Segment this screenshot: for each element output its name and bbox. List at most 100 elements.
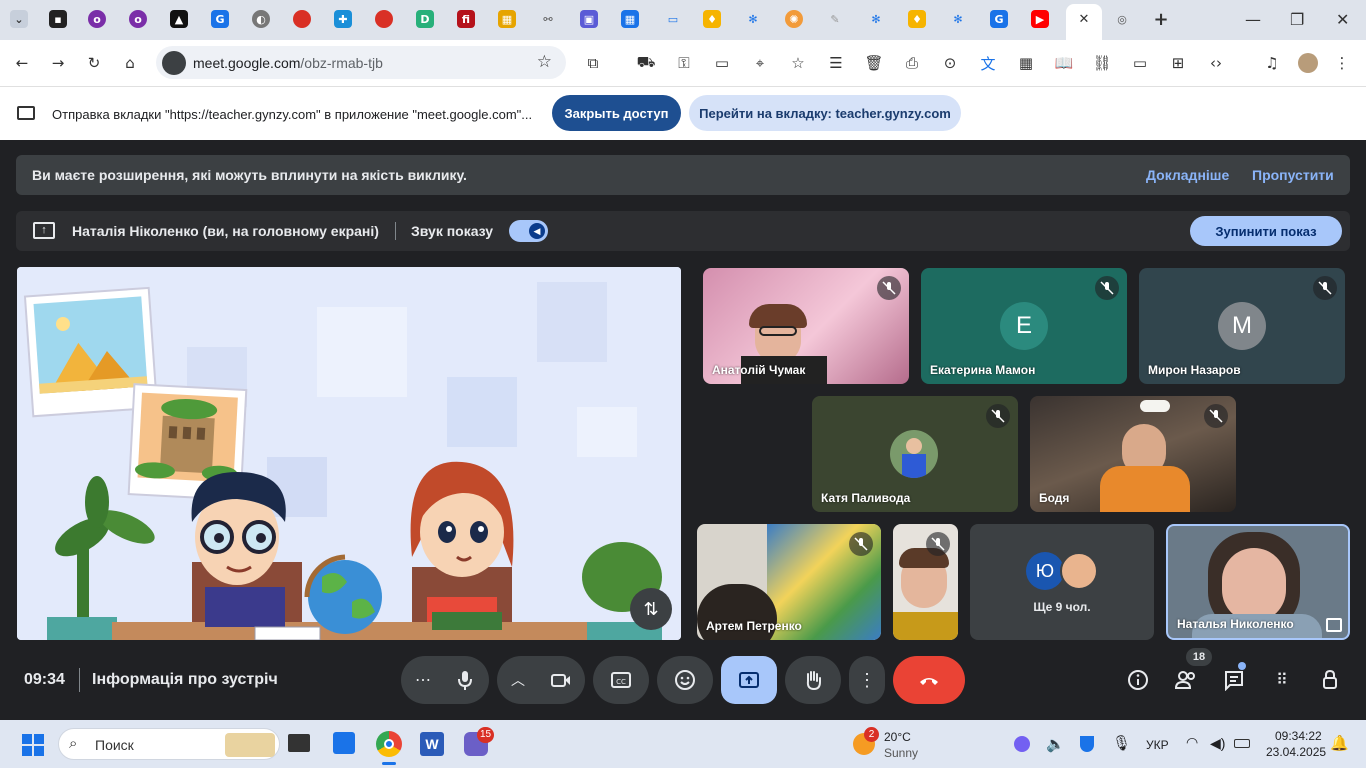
tab-favicon[interactable]: ✺ xyxy=(785,10,803,28)
more-audio-icon[interactable]: ⋯ xyxy=(415,670,431,690)
tab-favicon[interactable]: ⚯ xyxy=(539,10,557,28)
tab-favicon[interactable]: ✻ xyxy=(949,10,967,28)
participant-tile[interactable]: Артем Петренко xyxy=(697,524,881,640)
security-tray-icon[interactable] xyxy=(1080,736,1094,752)
clock-time[interactable]: 09:34:22 xyxy=(1275,729,1322,743)
more-options-button[interactable]: ⋮ xyxy=(849,656,885,704)
meet-site-icon[interactable] xyxy=(162,51,186,75)
tab-favicon[interactable]: o xyxy=(88,10,106,28)
viber-tray-icon[interactable] xyxy=(1014,736,1030,752)
tab-favicon[interactable]: fi xyxy=(457,10,475,28)
tab-favicon[interactable]: ✻ xyxy=(867,10,885,28)
location-icon[interactable]: ⌖ xyxy=(750,53,770,73)
minimize-icon[interactable]: — xyxy=(1245,10,1261,29)
tab-favicon[interactable]: ◐ xyxy=(252,10,270,28)
new-tab-icon[interactable]: + xyxy=(1152,9,1170,30)
skip-link[interactable]: Пропустити xyxy=(1252,167,1334,183)
stop-sharing-button[interactable]: Закрыть доступ xyxy=(552,95,681,131)
tab-favicon[interactable]: ♦ xyxy=(703,10,721,28)
lens-icon[interactable]: ⊙ xyxy=(940,53,960,73)
url-text[interactable]: meet.google.com/obz-rmab-tjb xyxy=(193,55,383,71)
stop-presenting-button[interactable]: Зупинити показ xyxy=(1190,216,1342,246)
print-icon[interactable]: ⎙ xyxy=(902,53,922,73)
tab-favicon[interactable]: ▦ xyxy=(621,10,639,28)
participant-tile[interactable]: Анатолій Чумак xyxy=(703,268,909,384)
camera-options-icon[interactable]: ︿ xyxy=(511,670,525,690)
word-icon[interactable]: W xyxy=(420,732,444,756)
back-icon[interactable]: ← xyxy=(12,53,32,73)
tab-list-icon[interactable]: ⌄ xyxy=(10,10,28,28)
switch-to-tab-button[interactable]: Перейти на вкладку: teacher.gynzy.com xyxy=(689,95,961,131)
leave-call-button[interactable] xyxy=(893,656,965,704)
home-icon[interactable]: ⌂ xyxy=(120,53,140,73)
cast-icon[interactable]: ▭ xyxy=(1130,53,1150,73)
people-icon[interactable] xyxy=(1174,668,1198,692)
tab-favicon[interactable]: ▲ xyxy=(170,10,188,28)
forward-icon[interactable]: → xyxy=(48,53,68,73)
tab-favicon[interactable]: ▪ xyxy=(49,10,67,28)
car-icon[interactable]: ⛟ xyxy=(636,53,656,73)
volume-tray-icon[interactable]: 🔈 xyxy=(1046,735,1065,753)
tab-favicon[interactable]: ♦ xyxy=(908,10,926,28)
learn-more-link[interactable]: Докладніше xyxy=(1146,167,1229,183)
profile-avatar[interactable] xyxy=(1298,53,1318,73)
tab-favicon[interactable] xyxy=(293,10,311,28)
participant-tile[interactable] xyxy=(893,524,958,640)
close-window-icon[interactable]: ✕ xyxy=(1336,10,1349,29)
qr-icon[interactable]: ▦ xyxy=(1016,53,1036,73)
tab-favicon[interactable]: ▣ xyxy=(580,10,598,28)
translate-icon[interactable]: 文 xyxy=(978,53,998,73)
restore-icon[interactable]: ❐ xyxy=(1290,10,1304,29)
battery-icon[interactable] xyxy=(1234,739,1250,748)
tab-favicon[interactable]: ✻ xyxy=(744,10,762,28)
chat-icon[interactable] xyxy=(1222,668,1246,692)
reload-icon[interactable]: ↻ xyxy=(84,53,104,73)
chrome-tab-icon[interactable]: ◎ xyxy=(1113,10,1131,28)
captions-button[interactable]: CC xyxy=(593,656,649,704)
tab-favicon[interactable]: G xyxy=(211,10,229,28)
participant-tile[interactable]: Бодя xyxy=(1030,396,1236,512)
menu-kebab-icon[interactable]: ⋮ xyxy=(1332,53,1352,73)
participant-tile[interactable]: M Мирон Назаров xyxy=(1139,268,1345,384)
bookmark-star-icon[interactable]: ☆ xyxy=(537,52,552,72)
host-controls-icon[interactable] xyxy=(1318,668,1342,692)
raise-hand-button[interactable] xyxy=(785,656,841,704)
address-bar[interactable]: meet.google.com/obz-rmab-tjb ☆ xyxy=(156,46,566,79)
close-tab-icon[interactable]: ✕ xyxy=(1075,10,1093,28)
participant-tile[interactable]: E Екатерина Мамон xyxy=(921,268,1127,384)
self-tile[interactable]: Наталья Николенко xyxy=(1166,524,1350,640)
info-icon[interactable] xyxy=(1126,668,1150,692)
link-icon[interactable]: ⛓ xyxy=(1092,53,1112,73)
chrome-taskbar-icon[interactable] xyxy=(376,731,402,757)
windows-start-icon[interactable] xyxy=(22,734,44,756)
tab-favicon[interactable]: ✚ xyxy=(334,10,352,28)
wifi-icon[interactable]: ◠ xyxy=(1186,734,1198,751)
clock-date[interactable]: 23.04.2025 xyxy=(1266,745,1326,759)
tab-favicon[interactable] xyxy=(375,10,393,28)
more-participants-tile[interactable]: Ю Ще 9 чол. xyxy=(970,524,1154,640)
store-icon[interactable] xyxy=(333,732,355,754)
table-icon[interactable]: ⊞ xyxy=(1168,53,1188,73)
book-icon[interactable]: 📖 xyxy=(1054,53,1074,73)
tab-favicon[interactable]: ▭ xyxy=(664,10,682,28)
tab-favicon[interactable]: ▦ xyxy=(498,10,516,28)
task-view-icon[interactable] xyxy=(288,734,310,752)
tab-favicon[interactable]: G xyxy=(990,10,1008,28)
media-icon[interactable]: ♫ xyxy=(1262,53,1282,73)
extensions-icon[interactable]: ⧉ xyxy=(583,53,603,73)
speaker-icon[interactable]: ◀) xyxy=(1210,735,1225,752)
emoji-button[interactable] xyxy=(657,656,713,704)
present-button[interactable] xyxy=(721,656,777,704)
youtube-icon[interactable]: ▶ xyxy=(1031,10,1049,28)
tab-favicon[interactable]: D xyxy=(416,10,434,28)
notifications-bell-icon[interactable]: 🔔 xyxy=(1330,734,1349,752)
taskbar-search[interactable]: ⌕ Поиск xyxy=(58,728,280,760)
tab-favicon[interactable]: ✎ xyxy=(826,10,844,28)
trash-icon[interactable]: 🗑 xyxy=(864,53,884,73)
share-audio-toggle[interactable]: ◀ xyxy=(509,220,548,242)
tab-favicon[interactable]: o xyxy=(129,10,147,28)
camera-button[interactable] xyxy=(539,658,583,702)
key-icon[interactable]: ⚿ xyxy=(674,53,694,73)
star-list-icon[interactable]: ☆ xyxy=(788,53,808,73)
activities-icon[interactable]: ⠿ xyxy=(1270,668,1294,692)
